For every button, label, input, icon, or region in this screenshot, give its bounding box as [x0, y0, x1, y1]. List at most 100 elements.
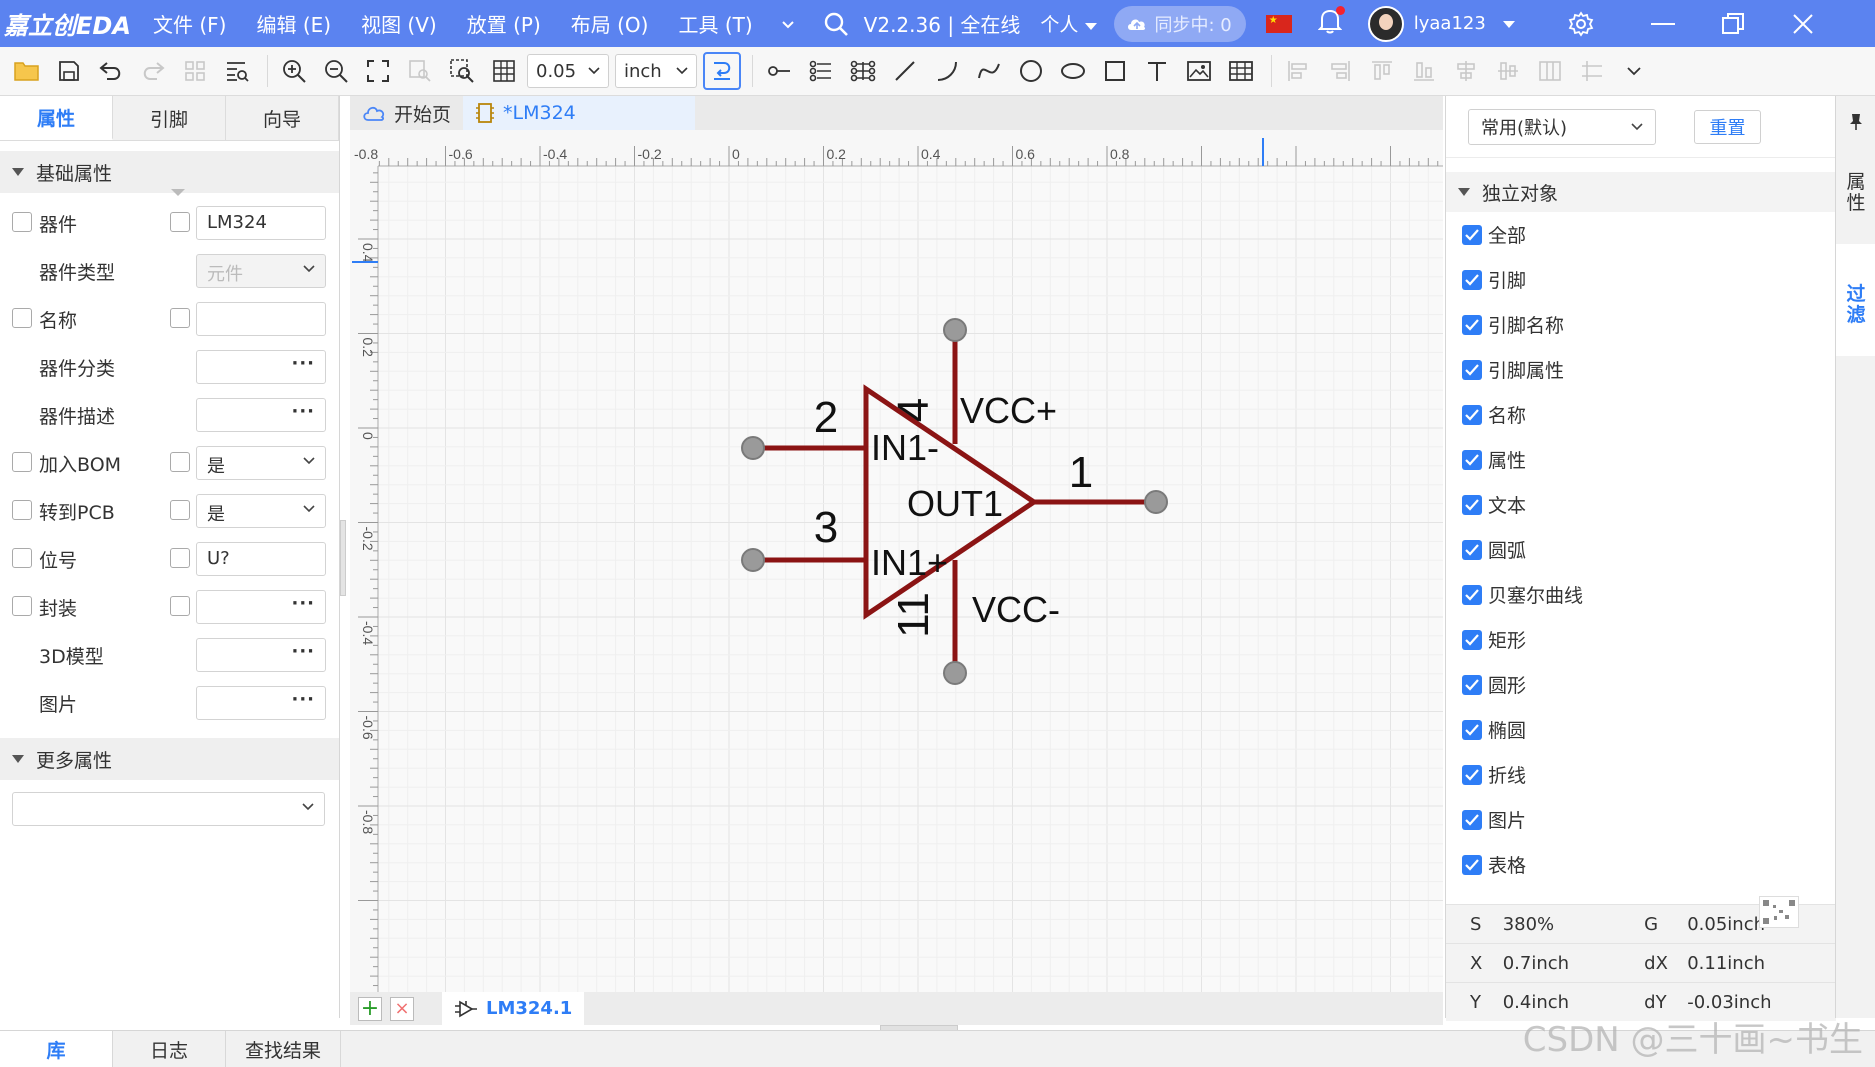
- filter-item[interactable]: 表格: [1446, 842, 1835, 887]
- more-dots-icon[interactable]: ···: [291, 641, 315, 662]
- canvas-drawing[interactable]: -0.8 -0.6 -0.4 -0.2 0 0.2 0.4 0.6 0.8 0.4 0.2 0 -0.…: [350, 130, 1443, 992]
- align-top-icon[interactable]: [1363, 52, 1401, 90]
- zoom-out-icon[interactable]: [317, 52, 355, 90]
- name-checkbox[interactable]: [12, 308, 32, 328]
- checkbox-checked-icon[interactable]: [1462, 719, 1482, 740]
- align-center-h-icon[interactable]: [1447, 52, 1485, 90]
- filter-item[interactable]: 名称: [1446, 392, 1835, 437]
- reset-button[interactable]: 重置: [1694, 109, 1761, 144]
- basic-properties-header[interactable]: 基础属性: [0, 151, 339, 193]
- avatar[interactable]: [1367, 5, 1404, 42]
- open-folder-icon[interactable]: [8, 52, 46, 90]
- more-dots-icon[interactable]: ···: [291, 593, 315, 614]
- fit-view-icon[interactable]: [359, 52, 397, 90]
- pin-2-endpoint[interactable]: [741, 436, 765, 460]
- grid-icon[interactable]: [485, 52, 523, 90]
- zoom-selection-icon[interactable]: [401, 52, 439, 90]
- checkbox-checked-icon[interactable]: [1462, 269, 1482, 290]
- filter-preset-select[interactable]: 常用(默认): [1468, 108, 1656, 145]
- more-properties-select[interactable]: [12, 792, 325, 826]
- filter-item[interactable]: 矩形: [1446, 617, 1835, 662]
- footprint-input[interactable]: ···: [196, 590, 326, 624]
- search-icon[interactable]: [814, 11, 858, 37]
- tab-log[interactable]: 日志: [113, 1031, 226, 1067]
- pin-4-endpoint[interactable]: [943, 318, 967, 342]
- add-sheet-plus-icon[interactable]: +: [358, 996, 382, 1021]
- align-center-v-icon[interactable]: [1489, 52, 1527, 90]
- china-flag-icon[interactable]: [1265, 14, 1292, 33]
- minimize-icon[interactable]: [1628, 0, 1698, 47]
- more-dots-icon[interactable]: ···: [291, 401, 315, 422]
- unit-select[interactable]: inch: [615, 54, 697, 88]
- bom-select[interactable]: 是: [196, 446, 326, 480]
- align-right-icon[interactable]: [1321, 52, 1359, 90]
- tab-start-page[interactable]: 开始页: [350, 96, 463, 130]
- pin-1-endpoint[interactable]: [1144, 490, 1168, 514]
- checkbox-checked-icon[interactable]: [1462, 224, 1482, 245]
- to-pcb-value-checkbox[interactable]: [170, 500, 190, 520]
- category-input[interactable]: ···: [196, 350, 326, 384]
- rectangle-tool-icon[interactable]: [1096, 52, 1134, 90]
- checkbox-checked-icon[interactable]: [1462, 764, 1482, 785]
- schematic-canvas[interactable]: -0.8 -0.6 -0.4 -0.2 0 0.2 0.4 0.6 0.8 0.4 0.2 0 -0.…: [350, 130, 1443, 992]
- description-input[interactable]: ···: [196, 398, 326, 432]
- footprint-checkbox[interactable]: [12, 596, 32, 616]
- filter-item[interactable]: 属性: [1446, 437, 1835, 482]
- side-tab-properties[interactable]: 属 性: [1836, 148, 1875, 244]
- circle-tool-icon[interactable]: [1012, 52, 1050, 90]
- menu-tools[interactable]: 工具 (T): [663, 9, 767, 38]
- device-checkbox[interactable]: [12, 212, 32, 232]
- image-tool-icon[interactable]: [1180, 52, 1218, 90]
- checkbox-checked-icon[interactable]: [1462, 674, 1482, 695]
- snap-toggle-icon[interactable]: [703, 52, 741, 90]
- filter-item[interactable]: 全部: [1446, 212, 1835, 257]
- pin-array-icon[interactable]: [802, 52, 840, 90]
- bom-value-checkbox[interactable]: [170, 452, 190, 472]
- user-mode-dropdown[interactable]: 个人: [1032, 10, 1106, 37]
- zoom-in-icon[interactable]: [275, 52, 313, 90]
- designator-input[interactable]: U?: [196, 542, 326, 576]
- pin-tool-icon[interactable]: [760, 52, 798, 90]
- checkbox-checked-icon[interactable]: [1462, 359, 1482, 380]
- model3d-input[interactable]: ···: [196, 638, 326, 672]
- pin-3-endpoint[interactable]: [741, 548, 765, 572]
- independent-objects-header[interactable]: 独立对象: [1446, 172, 1835, 212]
- align-grid-icon[interactable]: [1573, 52, 1611, 90]
- menu-view[interactable]: 视图 (V): [346, 9, 452, 38]
- to-pcb-select[interactable]: 是: [196, 494, 326, 528]
- filter-item[interactable]: 引脚: [1446, 257, 1835, 302]
- checkbox-checked-icon[interactable]: [1462, 494, 1482, 515]
- pin-panel-icon[interactable]: [1836, 96, 1875, 148]
- filter-item[interactable]: 引脚名称: [1446, 302, 1835, 347]
- filter-item[interactable]: 圆形: [1446, 662, 1835, 707]
- designator-value-checkbox[interactable]: [170, 548, 190, 568]
- sheet-tab-lm324-1[interactable]: LM324.1: [442, 992, 585, 1025]
- restore-window-icon[interactable]: [1698, 0, 1768, 47]
- to-pcb-checkbox[interactable]: [12, 500, 32, 520]
- table-tool-icon[interactable]: [1222, 52, 1260, 90]
- image-input[interactable]: ···: [196, 686, 326, 720]
- menu-layout[interactable]: 布局 (O): [556, 9, 664, 38]
- filter-item[interactable]: 折线: [1446, 752, 1835, 797]
- checkbox-checked-icon[interactable]: [1462, 629, 1482, 650]
- left-splitter-handle[interactable]: [340, 520, 346, 596]
- footprint-value-checkbox[interactable]: [170, 596, 190, 616]
- filter-item[interactable]: 圆弧: [1446, 527, 1835, 572]
- filter-item[interactable]: 椭圆: [1446, 707, 1835, 752]
- undo-icon[interactable]: [92, 52, 130, 90]
- side-tab-filter[interactable]: 过 滤: [1836, 244, 1875, 356]
- device-value-checkbox[interactable]: [170, 212, 190, 232]
- checkbox-checked-icon[interactable]: [1462, 539, 1482, 560]
- lm324-symbol[interactable]: 2 IN1- 3 IN1+ 1 OUT1 4 VCC+ 11 VCC-: [741, 318, 1168, 685]
- delete-sheet-x-icon[interactable]: ×: [390, 996, 414, 1021]
- pin-bus-icon[interactable]: [844, 52, 882, 90]
- bom-checkbox[interactable]: [12, 452, 32, 472]
- filter-item[interactable]: 图片: [1446, 797, 1835, 842]
- more-dots-icon[interactable]: ···: [291, 353, 315, 374]
- tab-wizard[interactable]: 向导: [226, 96, 339, 140]
- more-dots-icon[interactable]: ···: [291, 689, 315, 710]
- checkbox-checked-icon[interactable]: [1462, 584, 1482, 605]
- designator-checkbox[interactable]: [12, 548, 32, 568]
- grid-size-select[interactable]: 0.05: [527, 54, 609, 88]
- menu-file[interactable]: 文件 (F): [138, 9, 241, 38]
